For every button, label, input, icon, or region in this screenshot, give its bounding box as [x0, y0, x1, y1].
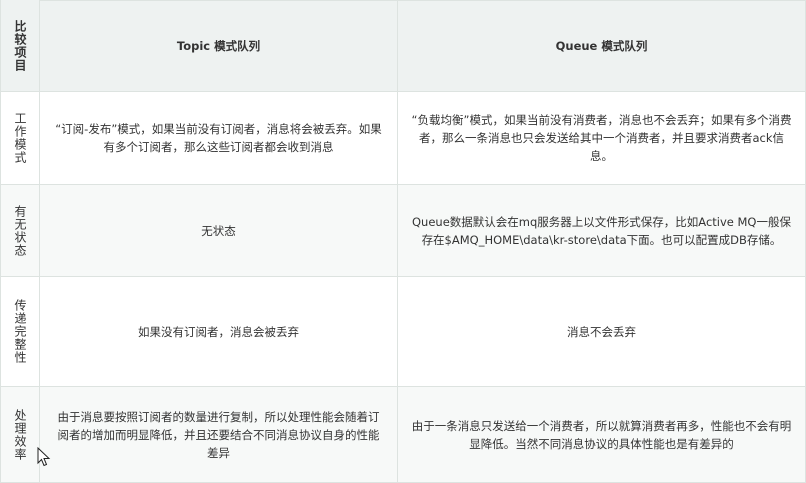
comparison-table: 比较项目 Topic 模式队列 Queue 模式队列 工作模式 “订阅-发布”模…: [0, 0, 806, 483]
cell-topic-state: 无状态: [40, 185, 398, 277]
cell-text: 由于消息要按照订阅者的数量进行复制，所以处理性能会随着订阅者的增加而明显降低，并…: [57, 409, 380, 460]
cell-text: “订阅-发布”模式，如果当前没有订阅者，消息将会被丢弃。如果有多个订阅者，那么这…: [55, 122, 382, 154]
row-label-text: 处理效率: [13, 408, 27, 461]
column-header-topic: Topic 模式队列: [40, 0, 398, 92]
cell-queue-efficiency: 由于一条消息只发送给一个消费者，所以就算消费者再多，性能也不会有明显降低。当然不…: [398, 387, 806, 483]
row-label-efficiency: 处理效率: [0, 387, 40, 483]
cell-topic-work-mode: “订阅-发布”模式，如果当前没有订阅者，消息将会被丢弃。如果有多个订阅者，那么这…: [40, 92, 398, 185]
row-label-work-mode: 工作模式: [0, 92, 40, 185]
column-header-topic-label: Topic 模式队列: [176, 39, 261, 53]
cell-text: 由于一条消息只发送给一个消费者，所以就算消费者再多，性能也不会有明显降低。当然不…: [411, 418, 792, 451]
cell-text: 如果没有订阅者，消息会被丢弃: [138, 324, 299, 339]
cell-text: Queue数据默认会在mq服务器上以文件形式保存，比如Active MQ一般保存…: [412, 214, 791, 247]
cell-queue-work-mode: “负载均衡”模式，如果当前没有消费者，消息也不会丢弃；如果有多个消费者，那么一条…: [398, 92, 806, 185]
corner-header: 比较项目: [0, 0, 40, 92]
cell-text: “负载均衡”模式，如果当前没有消费者，消息也不会丢弃；如果有多个消费者，那么一条…: [411, 113, 792, 163]
cell-topic-integrity: 如果没有订阅者，消息会被丢弃: [40, 277, 398, 387]
cell-text: 消息不会丢弃: [567, 324, 636, 339]
cell-queue-state: Queue数据默认会在mq服务器上以文件形式保存，比如Active MQ一般保存…: [398, 185, 806, 277]
cell-topic-efficiency: 由于消息要按照订阅者的数量进行复制，所以处理性能会随着订阅者的增加而明显降低，并…: [40, 387, 398, 483]
row-label-text: 有无状态: [13, 204, 27, 257]
row-label-state: 有无状态: [0, 185, 40, 277]
column-header-queue-label: Queue 模式队列: [555, 39, 648, 53]
row-label-integrity: 传递完整性: [0, 277, 40, 387]
column-header-queue: Queue 模式队列: [398, 0, 806, 92]
cell-queue-integrity: 消息不会丢弃: [398, 277, 806, 387]
row-label-text: 传递完整性: [13, 299, 27, 364]
cell-text: 无状态: [201, 223, 236, 238]
corner-label: 比较项目: [13, 19, 27, 72]
mouse-cursor-icon: [37, 447, 51, 467]
row-label-text: 工作模式: [13, 112, 27, 164]
